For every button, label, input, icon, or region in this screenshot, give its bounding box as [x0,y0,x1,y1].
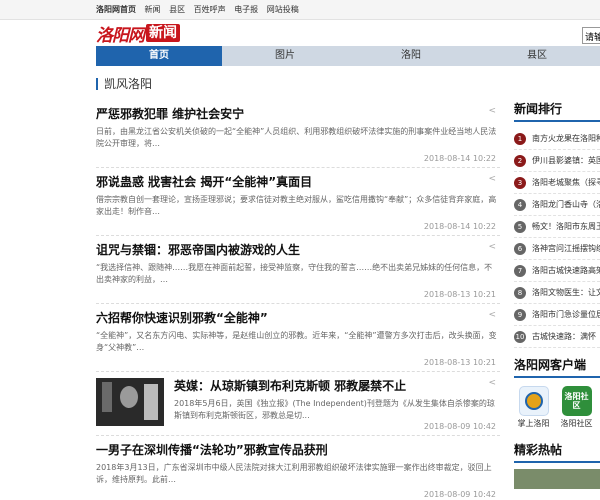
article-thumbnail[interactable] [96,378,164,426]
app-label[interactable]: 洛阳社区 [557,418,596,429]
list-item[interactable]: 诅咒与禁锢：邪恶帝国内被游戏的人生 < “我选择信神、跟随神……我愿在神面前起誓… [96,236,500,304]
article-title[interactable]: 邪说蛊惑 戕害社会 揭开“全能神”真面目 [96,174,500,190]
app-zhangshang-luoyang[interactable]: 掌上洛阳 [514,386,553,429]
client-title: 洛阳网客户端 [514,356,600,378]
rank-number: 4 [514,198,526,211]
article-body: 英媒：从琼斯镇到布利克斯顿 邪教屡禁不止 2018年5月6日，英国《独立报》(T… [174,378,500,422]
article-summary: 借宗宗教自创一套理论，宣扬歪理邪说；要求信徒对教主绝对服从，鲨吃信用撒钩“奉献”… [96,195,497,216]
article-title[interactable]: 英媒：从琼斯镇到布利克斯顿 邪教屡禁不止 [174,378,500,394]
rank-text[interactable]: 南方火龙果在洛阳种 [532,133,600,144]
rank-item[interactable]: 1 南方火龙果在洛阳种 [514,128,600,150]
article-summary: “我选择信神、跟随神……我愿在神面前起誓，接受神监察，守住我的誓言……绝不出卖弟… [96,263,493,284]
share-icon[interactable]: < [488,242,496,252]
rank-title: 新闻排行 [514,100,600,122]
app-list: 掌上洛阳 洛阳社区 洛阳社区 [514,386,600,429]
rank-list: 1 南方火龙果在洛阳种 2 伊川县影婆镇：英国 3 洛阳老城聚焦（探寻 4 洛阳龙门香山… [514,128,600,348]
app-icon-text: 洛阳社区 [564,392,589,410]
rank-number: 5 [514,220,526,233]
logo-news-label: 新闻 [146,24,180,42]
tab-luoyang[interactable]: 洛阳 [348,46,474,66]
top-link-submit[interactable]: 网站投稿 [267,5,299,14]
share-icon[interactable]: < [488,378,496,388]
article-date: 2018-08-09 10:42 [423,490,496,499]
rank-number: 2 [514,154,526,167]
share-icon[interactable]: < [488,106,496,116]
rank-number: 1 [514,132,526,145]
tab-home[interactable]: 首页 [96,46,222,66]
rank-item[interactable]: 5 畅文！洛阳市东周王 [514,216,600,238]
article-summary: 2018年5月6日，英国《独立报》(The Independent)刊登题为《从… [174,399,495,420]
list-item[interactable]: 六招帮你快速识别邪教“全能神” < “全能神”，又名东方闪电、实际神等，是赵维山… [96,304,500,372]
top-links: 洛阳网首页 新闻 县区 百姓呼声 电子报 网站投稿 [96,4,305,15]
tab-pictures[interactable]: 图片 [222,46,348,66]
site-logo[interactable]: 洛阳网 新闻 [96,23,180,46]
rank-item[interactable]: 6 洛神宫问江摇摆钩缤 [514,238,600,260]
top-link-epaper[interactable]: 电子报 [234,5,258,14]
share-icon[interactable]: < [488,310,496,320]
share-icon[interactable]: < [488,174,496,184]
rank-text[interactable]: 洛阳文物医生：让文 [532,287,600,298]
rank-item[interactable]: 10 古城快速路：满怀 [514,326,600,348]
article-title[interactable]: 严惩邪教犯罪 维护社会安宁 [96,106,500,122]
article-title[interactable]: 一男子在深圳传播“法轮功”邪教宣传品获刑 [96,442,500,458]
rank-item[interactable]: 8 洛阳文物医生：让文 [514,282,600,304]
top-link-news[interactable]: 新闻 [145,5,161,14]
rank-number: 6 [514,242,526,255]
rank-item[interactable]: 2 伊川县影婆镇：英国 [514,150,600,172]
article-date: 2018-08-14 10:22 [423,154,496,163]
rank-number: 10 [514,330,526,343]
article-list: 严惩邪教犯罪 维护社会安宁 < 日前，由黑龙江省公安机关侦破的一起“全能神”人员… [96,100,500,499]
top-link-voice[interactable]: 百姓呼声 [194,5,226,14]
main-nav: 首页 图片 洛阳 县区 [96,46,600,66]
rank-text[interactable]: 伊川县影婆镇：英国 [532,155,600,166]
tab-county[interactable]: 县区 [474,46,600,66]
app-luoyang-shequ[interactable]: 洛阳社区 洛阳社区 [557,386,596,429]
rank-item[interactable]: 7 洛阳古城快速路高架 [514,260,600,282]
rank-number: 3 [514,176,526,189]
rank-text[interactable]: 洛神宫问江摇摆钩缤 [532,243,600,254]
rank-number: 8 [514,286,526,299]
article-date: 2018-08-13 10:21 [423,290,496,299]
search-input[interactable]: 请输 [582,27,600,44]
rank-item[interactable]: 4 洛阳龙门香山寺（洛 [514,194,600,216]
list-item[interactable]: 邪说蛊惑 戕害社会 揭开“全能神”真面目 < 借宗宗教自创一套理论，宣扬歪理邪说… [96,168,500,236]
emblem-shape [524,392,543,410]
article-summary: “全能神”，又名东方闪电、实际神等，是赵维山创立的邪教。近年来，“全能神”遭警方… [96,331,497,352]
right-sidebar: 新闻排行 1 南方火龙果在洛阳种 2 伊川县影婆镇：英国 3 洛阳老城聚焦（探寻 4洛… [514,100,600,489]
rank-text[interactable]: 洛阳老城聚焦（探寻 [532,177,600,188]
rank-item[interactable]: 3 洛阳老城聚焦（探寻 [514,172,600,194]
header: 洛阳网 新闻 [0,20,600,46]
thumb-shape [102,382,112,412]
rank-text[interactable]: 洛阳市门急诊量位居 [532,309,600,320]
section-title: 凯风洛阳 [96,78,152,90]
list-item[interactable]: 严惩邪教犯罪 维护社会安宁 < 日前，由黑龙江省公安机关侦破的一起“全能神”人员… [96,100,500,168]
list-item[interactable]: 一男子在深圳传播“法轮功”邪教宣传品获刑 2018年3月13日，广东省深圳市中级… [96,436,500,499]
article-date: 2018-08-14 10:22 [423,222,496,231]
article-date: 2018-08-13 10:21 [423,358,496,367]
article-summary: 日前，由黑龙江省公安机关侦破的一起“全能神”人员组织、利用邪教组织破坏法律实施的… [96,127,497,148]
app-community-icon[interactable]: 洛阳社区 [561,386,592,416]
app-emblem-icon[interactable] [518,386,549,416]
top-utility-bar: 洛阳网首页 新闻 县区 百姓呼声 电子报 网站投稿 [0,0,600,20]
rank-item[interactable]: 9 洛阳市门急诊量位居 [514,304,600,326]
rank-text[interactable]: 畅文！洛阳市东周王 [532,221,600,232]
article-summary: 2018年3月13日，广东省深圳市中级人民法院对抹大江利用邪教组织破坏法律实施罪… [96,463,492,484]
rank-number: 7 [514,264,526,277]
app-label[interactable]: 掌上洛阳 [514,418,553,429]
article-title[interactable]: 诅咒与禁锢：邪恶帝国内被游戏的人生 [96,242,500,258]
top-link-county[interactable]: 县区 [169,5,185,14]
rank-text[interactable]: 洛阳龙门香山寺（洛 [532,199,600,210]
rank-number: 9 [514,308,526,321]
article-title[interactable]: 六招帮你快速识别邪教“全能神” [96,310,500,326]
hot-posts-title: 精彩热帖 [514,441,600,463]
thumb-shape [144,384,158,420]
list-item[interactable]: 英媒：从琼斯镇到布利克斯顿 邪教屡禁不止 2018年5月6日，英国《独立报》(T… [96,372,500,436]
rank-text[interactable]: 洛阳古城快速路高架 [532,265,600,276]
top-link-home[interactable]: 洛阳网首页 [96,5,136,14]
article-date: 2018-08-09 10:42 [423,422,496,431]
hot-post-thumbnail[interactable] [514,469,600,489]
rank-text[interactable]: 古城快速路：满怀 [532,331,596,342]
logo-brush-text: 洛阳网 [96,25,145,46]
thumb-shape [120,386,138,408]
